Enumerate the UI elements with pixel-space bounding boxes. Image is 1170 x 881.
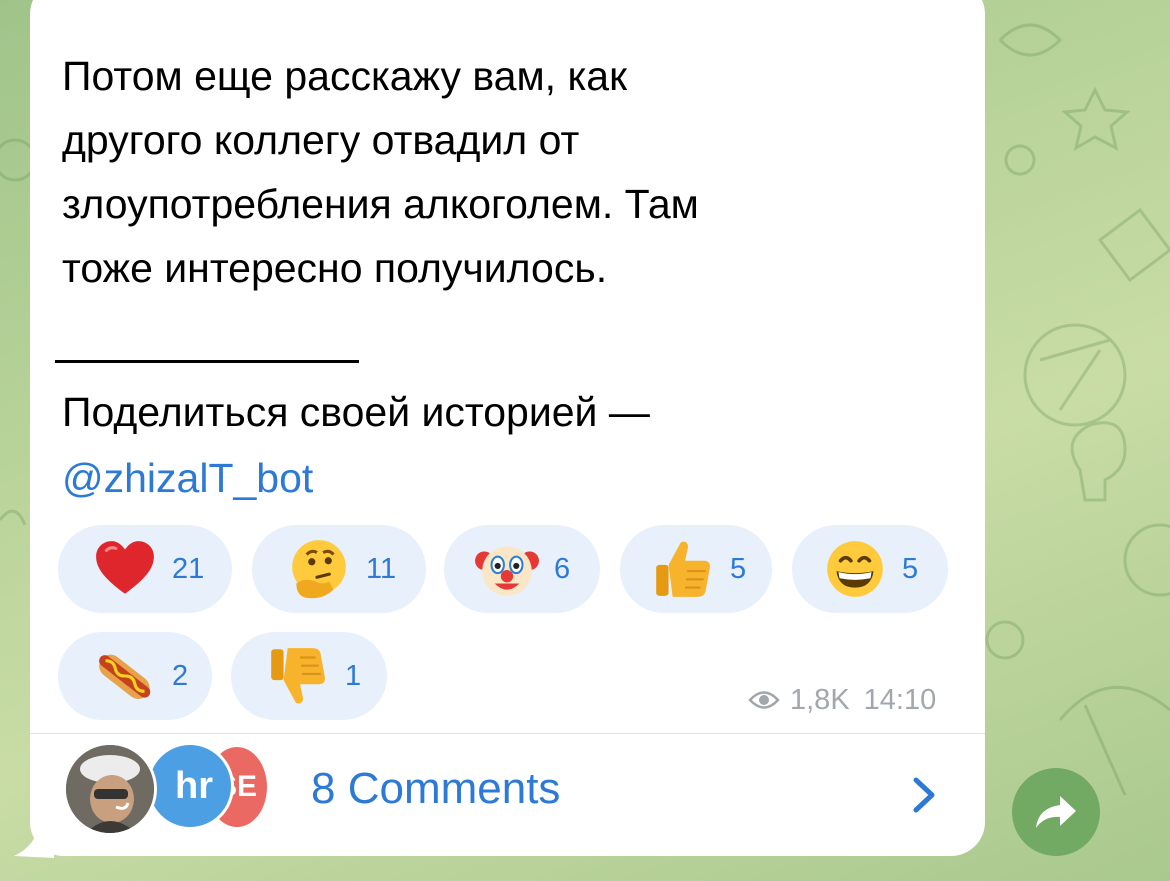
reaction-count: 11	[366, 552, 397, 585]
hr-avatar: hr	[146, 742, 234, 830]
thinking-face-icon	[292, 540, 346, 599]
comments-label: 8 Comments	[311, 764, 561, 813]
views-eye-icon	[748, 691, 780, 709]
reaction-thumbs-down[interactable]: 1	[231, 632, 387, 720]
reaction-clown[interactable]: 6	[444, 525, 600, 613]
chevron-right-icon	[913, 777, 935, 813]
message-text: Потом еще расскажу вам, как другого колл…	[62, 53, 699, 291]
hr-avatar-initials: hr	[175, 764, 213, 807]
reaction-thinking[interactable]: 11	[252, 525, 426, 613]
reaction-count: 1	[345, 659, 362, 692]
red-heart-icon	[96, 541, 154, 594]
bot-link[interactable]: @zhizalT_bot	[62, 446, 313, 510]
hot-dog-icon	[99, 654, 151, 699]
reaction-thumbs-up[interactable]: 5	[620, 525, 772, 613]
photo-avatar	[63, 742, 157, 836]
share-prompt: Поделиться своей историей —	[62, 389, 650, 435]
forward-share-button[interactable]	[1012, 768, 1100, 856]
text-divider	[55, 360, 359, 363]
reaction-count: 2	[172, 659, 189, 692]
reaction-count: 5	[902, 552, 919, 585]
views-count: 1,8K	[790, 683, 850, 716]
reaction-heart[interactable]: 21	[58, 525, 232, 613]
reaction-hot-dog[interactable]: 2	[58, 632, 212, 720]
reaction-count: 5	[730, 552, 747, 585]
clown-face-icon	[475, 546, 539, 596]
share-arrow-icon	[1036, 796, 1076, 828]
comments-button[interactable]: SE hr 8 Comments	[30, 734, 985, 856]
thumbs-down-icon	[271, 648, 325, 704]
message-meta: 1,8K 14:10	[748, 682, 936, 718]
reaction-count: 6	[554, 552, 571, 585]
thumbs-up-icon	[656, 541, 710, 597]
reaction-count: 21	[172, 552, 205, 585]
message-time: 14:10	[863, 683, 937, 716]
avatar-photo-image	[66, 745, 154, 833]
grinning-face-icon	[827, 541, 883, 597]
reaction-grinning[interactable]: 5	[792, 525, 948, 613]
